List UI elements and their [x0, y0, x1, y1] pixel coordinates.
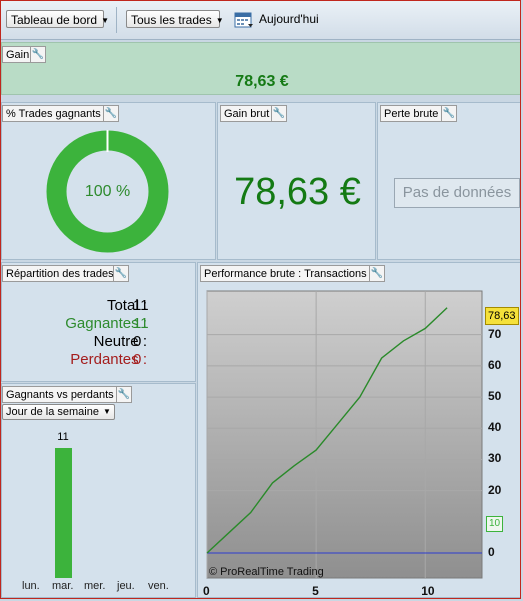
- x-tick-label: 5: [312, 584, 319, 598]
- performance-chart: [206, 290, 483, 579]
- x-tick-label: 10: [421, 584, 435, 598]
- y-tick-label: 50: [488, 389, 502, 404]
- y-tick-label: 60: [488, 357, 502, 372]
- y-tick-label: 30: [488, 451, 502, 466]
- marker-badge: 10: [486, 516, 504, 532]
- y-tick-label: 0: [488, 545, 495, 560]
- last-value-badge: 78,63: [485, 307, 519, 325]
- y-tick-label: 70: [488, 326, 502, 341]
- watermark: © ProRealTime Trading: [209, 566, 324, 578]
- y-tick-label: 20: [488, 482, 502, 497]
- plot-area: [206, 290, 483, 579]
- y-tick-label: 40: [488, 420, 502, 435]
- x-tick-label: 0: [203, 584, 210, 598]
